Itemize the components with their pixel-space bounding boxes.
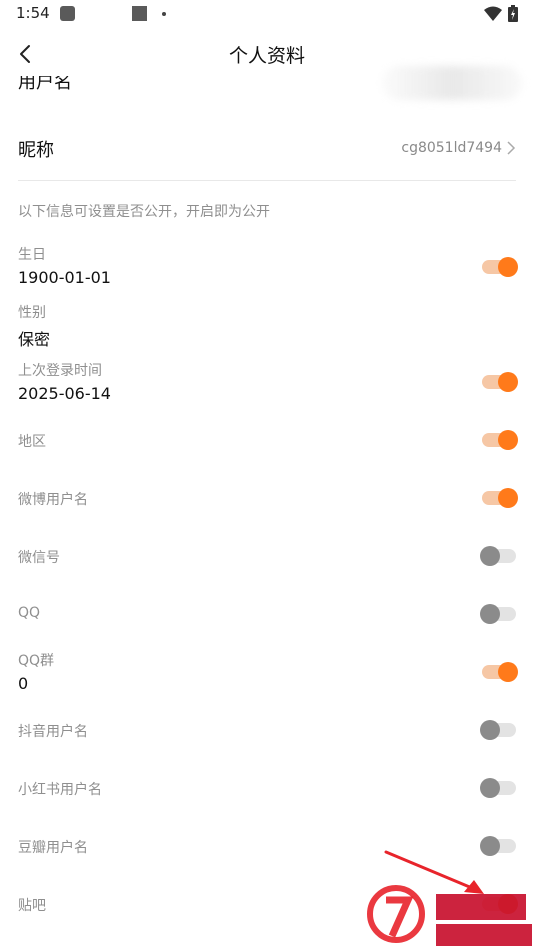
last-login-public-toggle[interactable] <box>482 372 518 392</box>
douyin-label: 抖音用户名 <box>18 724 88 740</box>
weibo-label: 微博用户名 <box>18 492 88 508</box>
toggle-knob <box>480 720 500 740</box>
douyin-public-toggle[interactable] <box>480 720 516 740</box>
gender-label: 性别 <box>18 305 46 321</box>
chevron-right-icon <box>507 141 516 155</box>
username-value-redacted <box>382 66 522 100</box>
birthday-value: 1900-01-01 <box>18 268 111 287</box>
qq-public-toggle[interactable] <box>480 604 516 624</box>
privacy-note: 以下信息可设置是否公开，开启即为公开 <box>18 204 270 220</box>
notification-icon <box>60 6 75 21</box>
toggle-knob <box>498 430 518 450</box>
last-login-label: 上次登录时间 <box>18 363 102 379</box>
gender-value: 保密 <box>18 330 51 349</box>
username-label: 用户名 <box>18 76 72 93</box>
watermark-logo <box>367 885 532 946</box>
toggle-knob <box>498 257 518 277</box>
toggle-knob <box>498 372 518 392</box>
toggle-knob <box>498 662 518 682</box>
nickname-label: 昵称 <box>18 140 54 161</box>
nickname-value: cg8051ld7494 <box>401 140 502 156</box>
status-bar: 1:54 <box>0 0 534 28</box>
qq-group-value: 0 <box>18 674 29 693</box>
toggle-knob <box>498 488 518 508</box>
weibo-public-toggle[interactable] <box>482 488 518 508</box>
qq-group-public-toggle[interactable] <box>482 662 518 682</box>
xiaohongshu-label: 小红书用户名 <box>18 782 102 798</box>
birthday-label: 生日 <box>18 247 46 263</box>
divider <box>18 180 516 181</box>
xiaohongshu-public-toggle[interactable] <box>480 778 516 798</box>
status-time: 1:54 <box>16 4 50 22</box>
birthday-public-toggle[interactable] <box>482 257 518 277</box>
wifi-icon <box>484 6 502 21</box>
region-label: 地区 <box>18 434 46 450</box>
toggle-knob <box>480 546 500 566</box>
battery-icon <box>508 5 518 22</box>
wechat-label: 微信号 <box>18 550 60 566</box>
more-notifications-icon <box>162 12 166 16</box>
tieba-label: 贴吧 <box>18 898 46 914</box>
nickname-row[interactable]: 昵称 cg8051ld7494 <box>18 124 516 172</box>
wechat-public-toggle[interactable] <box>480 546 516 566</box>
toggle-knob <box>480 778 500 798</box>
qq-group-label: QQ群 <box>18 653 55 669</box>
last-login-value: 2025-06-14 <box>18 384 111 403</box>
page-title: 个人资料 <box>228 45 305 67</box>
toggle-knob <box>480 604 500 624</box>
region-public-toggle[interactable] <box>482 430 518 450</box>
qq-label: QQ <box>18 605 41 621</box>
app-notification-icon <box>132 6 147 21</box>
douban-label: 豆瓣用户名 <box>18 840 88 856</box>
